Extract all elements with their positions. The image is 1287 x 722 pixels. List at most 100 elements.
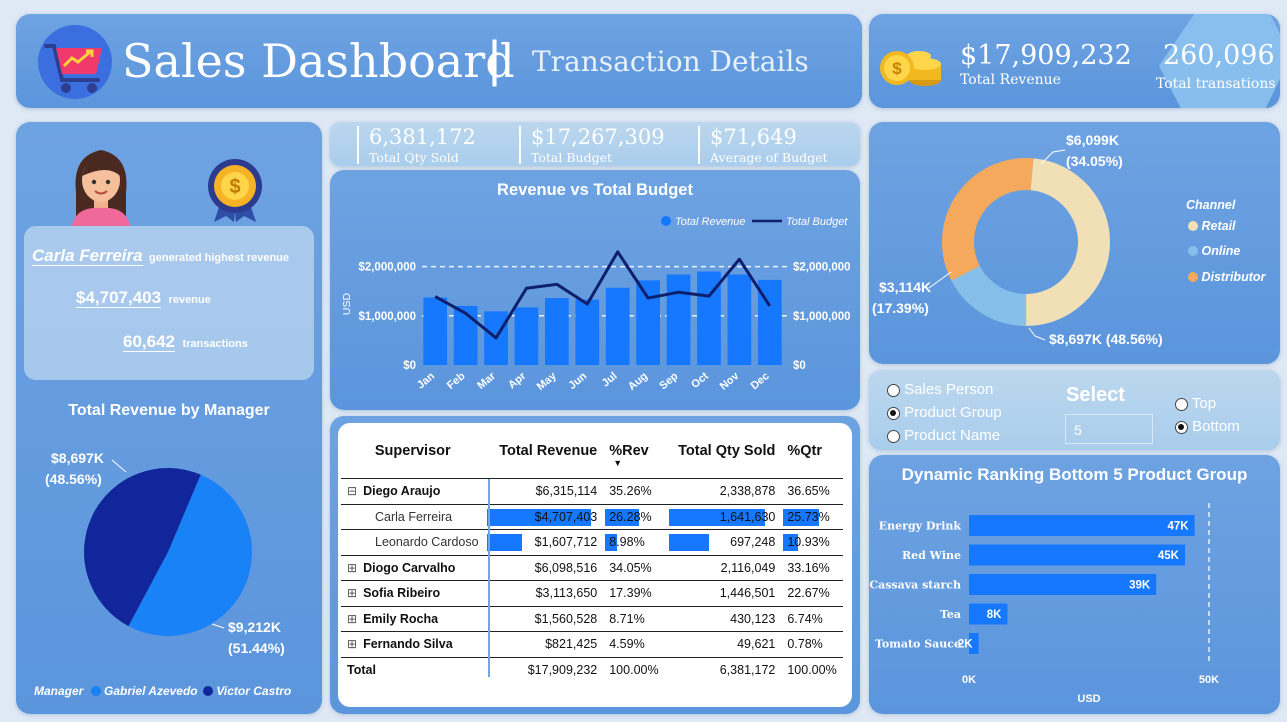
radio-product-group-circle[interactable] — [887, 406, 900, 420]
row-qty-cell: 2,338,878 — [667, 478, 782, 505]
legend-dot-distributor — [1188, 272, 1198, 282]
legend-dot-gabriel — [90, 686, 101, 696]
radio-top[interactable]: Top — [1175, 392, 1240, 415]
row-pqty-value: 0.78% — [787, 637, 823, 652]
table-row[interactable]: ⊞ Emily Rocha $1,560,528 8.71% 430,123 6.74% — [341, 606, 843, 632]
radio-product-name-circle[interactable] — [887, 429, 900, 443]
total-pqty-cell: 100.00% — [787, 662, 837, 677]
row-pqty-cell: 0.78% — [781, 631, 843, 658]
channel-legend-online[interactable]: Online — [1188, 244, 1240, 258]
channel-legend-retail[interactable]: Retail — [1188, 219, 1236, 233]
table-row[interactable]: ⊟ Diego Araujo $6,315,114 35.26% 2,338,878 36… — [341, 478, 843, 505]
select-count-input[interactable]: 5 — [1065, 414, 1153, 444]
pie-label-victor-value: $8,697K — [51, 450, 104, 466]
row-qty-cell: 1,641,630 — [667, 504, 782, 530]
donut-label-online-value: $3,114K — [879, 279, 931, 295]
radio-top-circle[interactable] — [1175, 397, 1188, 411]
col-pct-rev[interactable]: %Rev ▼ — [603, 424, 668, 479]
row-rev-cell: $3,113,650 — [484, 580, 604, 607]
row-qty-value: 430,123 — [730, 611, 776, 626]
col-pct-qtr[interactable]: %Qtr — [781, 424, 843, 479]
table-row[interactable]: Carla Ferreira $4,707,403 26.28% 1,641,630 2… — [341, 504, 843, 530]
channel-legend-distributor[interactable]: Distributor — [1188, 270, 1265, 284]
legend-label-gabriel[interactable]: Gabriel Azevedo — [104, 684, 198, 698]
table-row[interactable]: Leonardo Cardoso $1,607,712 8.98% 697,248 10… — [341, 529, 843, 556]
row-prev-cell: 8.71% — [603, 606, 668, 632]
row-rev-cell: $6,315,114 — [484, 478, 604, 505]
dashboard-title: Sales Dashboard — [122, 34, 515, 88]
expand-toggle-icon[interactable]: ⊞ — [347, 612, 357, 626]
row-supervisor-cell: ⊞ Sofia Ribeiro — [341, 580, 485, 607]
expand-toggle-icon[interactable]: ⊞ — [347, 586, 357, 600]
row-qty-cell: 49,621 — [667, 631, 782, 658]
revenue-bar-jul — [605, 287, 630, 365]
radio-product-name[interactable]: Product Name — [887, 424, 1002, 447]
donut-slice-online — [951, 265, 1027, 326]
total-qty-cell: 6,381,172 — [719, 662, 776, 677]
row-prev-value: 26.28% — [609, 509, 652, 524]
total-name-cell: Total — [347, 662, 376, 677]
row-name: Emily Rocha — [363, 611, 439, 626]
y-tick-label-right: $1,000,000 — [793, 311, 851, 323]
radio-sales-person[interactable]: Sales Person — [887, 378, 1002, 401]
sort-desc-icon[interactable]: ▼ — [613, 458, 622, 468]
col-total-qty[interactable]: Total Qty Sold — [667, 424, 782, 479]
data-bar — [486, 534, 522, 551]
y-tick-label-right: $0 — [793, 360, 806, 372]
row-rev-cell: $6,098,516 — [484, 555, 604, 581]
top-performer-name-row: Carla Ferreira generated highest revenue — [32, 246, 289, 266]
legend-label-online: Online — [1201, 244, 1241, 258]
row-supervisor-cell: Leonardo Cardoso — [341, 529, 485, 556]
row-prev-value: 4.59% — [609, 637, 645, 652]
radio-sales-person-circle[interactable] — [887, 383, 900, 397]
table-body: ⊟ Diego Araujo $6,315,114 35.26% 2,338,878 36… — [341, 478, 843, 683]
radio-bottom-circle[interactable] — [1175, 420, 1188, 434]
totals-panel: $ $17,909,232 Total Revenue 260,096 Tota… — [869, 14, 1280, 108]
channel-donut-chart: $6,099K (34.05%) $3,114K (17.39%) $8,697K (4… — [872, 132, 1163, 347]
radio-bottom-label: Bottom — [1192, 418, 1240, 435]
ranking-value-label: 2K — [958, 639, 973, 651]
legend-label-retail: Retail — [1201, 219, 1236, 233]
row-prev-cell: 4.59% — [603, 631, 668, 658]
x-tick-label: Aug — [626, 370, 650, 393]
row-supervisor-cell: ⊟ Diego Araujo — [341, 478, 485, 505]
legend-label-total-revenue: Total Revenue — [675, 216, 746, 228]
pie-leader-gabriel — [211, 623, 225, 629]
row-pqty-cell: 36.65% — [781, 478, 843, 505]
category-label: Energy Drink — [879, 520, 962, 533]
table-row[interactable]: ⊞ Fernando Silva $821,425 4.59% 49,621 0.78% — [341, 631, 843, 658]
manager-pie-title: Total Revenue by Manager — [68, 402, 270, 419]
kpi-divider-3 — [698, 126, 700, 164]
kpi-avg-budget-label: Average of Budget — [710, 150, 828, 165]
manager-legend-title: Manager — [34, 684, 84, 698]
expand-toggle-icon[interactable]: ⊞ — [347, 561, 357, 575]
table-row[interactable]: ⊞ Diogo Carvalho $6,098,516 34.05% 2,116,049… — [341, 555, 843, 581]
radio-bottom[interactable]: Bottom — [1175, 415, 1240, 438]
row-supervisor-cell: ⊞ Fernando Silva — [341, 631, 485, 658]
col-supervisor[interactable]: Supervisor — [341, 424, 485, 479]
col-total-revenue[interactable]: Total Revenue — [484, 424, 604, 479]
x-tick-label: 0K — [962, 674, 976, 686]
supervisor-table: Supervisor Total Revenue %Rev ▼ Total Qt… — [341, 424, 843, 682]
kpi-qty-value: 6,381,172 — [369, 125, 476, 149]
legend-label-victor[interactable]: Victor Castro — [216, 684, 291, 698]
expand-toggle-icon[interactable]: ⊞ — [347, 637, 357, 651]
row-pqty-value: 25.73% — [787, 509, 830, 524]
x-tick-label: Dec — [749, 370, 772, 392]
x-tick-label: Sep — [657, 370, 680, 392]
data-bar — [669, 534, 710, 551]
supervisor-table-card: Supervisor Total Revenue %Rev ▼ Total Qt… — [338, 423, 852, 707]
expand-toggle-icon[interactable]: ⊟ — [347, 484, 357, 498]
table-row[interactable]: ⊞ Sofia Ribeiro $3,113,650 17.39% 1,446,501 2… — [341, 580, 843, 607]
radio-product-group[interactable]: Product Group — [887, 401, 1002, 424]
legend-dot-retail — [1188, 221, 1198, 231]
x-tick-label: 50K — [1199, 674, 1219, 686]
top-performer-transactions-row: 60,642 transactions — [123, 332, 248, 352]
radio-top-label: Top — [1191, 395, 1217, 412]
row-prev-value: 35.26% — [609, 484, 652, 499]
row-prev-cell: 8.98% — [603, 529, 668, 556]
top-performer-transactions-suffix: transactions — [182, 338, 248, 350]
row-qty-value: 2,116,049 — [720, 560, 776, 575]
row-rev-value: $4,707,403 — [534, 509, 598, 524]
x-tick-label: Nov — [718, 370, 742, 393]
